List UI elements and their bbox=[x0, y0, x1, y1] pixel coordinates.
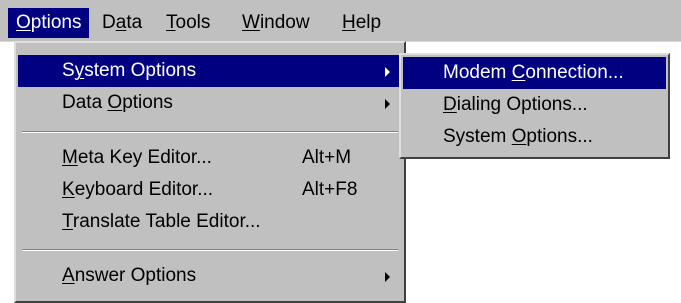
options-dropdown-menu: System Options Data Options Meta Key Edi… bbox=[14, 41, 406, 303]
menu-item-keyboard-editor[interactable]: Keyboard Editor... Alt+F8 bbox=[18, 174, 402, 206]
submenu-arrow-icon bbox=[385, 272, 390, 282]
menu-separator bbox=[22, 131, 398, 133]
submenu-item-system-options[interactable]: System Options... bbox=[403, 121, 666, 153]
menu-item-label: Answer Options bbox=[62, 265, 197, 286]
menu-item-data-options[interactable]: Data Options bbox=[18, 87, 402, 119]
menu-item-translate-table-editor[interactable]: Translate Table Editor... bbox=[18, 206, 402, 238]
menu-item-label: System Options... bbox=[443, 126, 593, 147]
menu-data[interactable]: Data bbox=[94, 8, 150, 38]
menu-tools[interactable]: Tools bbox=[158, 8, 218, 38]
shortcut-label: Alt+M bbox=[302, 147, 352, 168]
menu-item-label: Keyboard Editor... bbox=[62, 179, 214, 200]
menu-options[interactable]: Options bbox=[8, 8, 90, 38]
system-options-submenu: Modem Connection... Dialing Options... S… bbox=[399, 53, 670, 159]
menu-item-label: Meta Key Editor... bbox=[62, 147, 212, 168]
submenu-item-dialing-options[interactable]: Dialing Options... bbox=[403, 89, 666, 121]
menu-window[interactable]: Window bbox=[234, 8, 318, 38]
menu-separator bbox=[22, 249, 398, 251]
menu-item-label: Translate Table Editor... bbox=[62, 211, 261, 232]
menu-item-system-options[interactable]: System Options bbox=[18, 55, 402, 87]
menu-bar: Options Data Tools Window Help bbox=[0, 0, 681, 42]
menu-item-label: Modem Connection... bbox=[443, 62, 624, 83]
menu-item-label: System Options bbox=[62, 60, 197, 81]
menu-item-label: Dialing Options... bbox=[443, 94, 588, 115]
shortcut-label: Alt+F8 bbox=[302, 179, 358, 200]
submenu-arrow-icon bbox=[385, 67, 390, 77]
menu-item-answer-options[interactable]: Answer Options bbox=[18, 260, 402, 292]
menu-item-label: Data Options bbox=[62, 92, 173, 113]
menu-help[interactable]: Help bbox=[334, 8, 389, 38]
submenu-item-modem-connection[interactable]: Modem Connection... bbox=[403, 57, 666, 89]
menu-item-meta-key-editor[interactable]: Meta Key Editor... Alt+M bbox=[18, 142, 402, 174]
submenu-arrow-icon bbox=[385, 99, 390, 109]
